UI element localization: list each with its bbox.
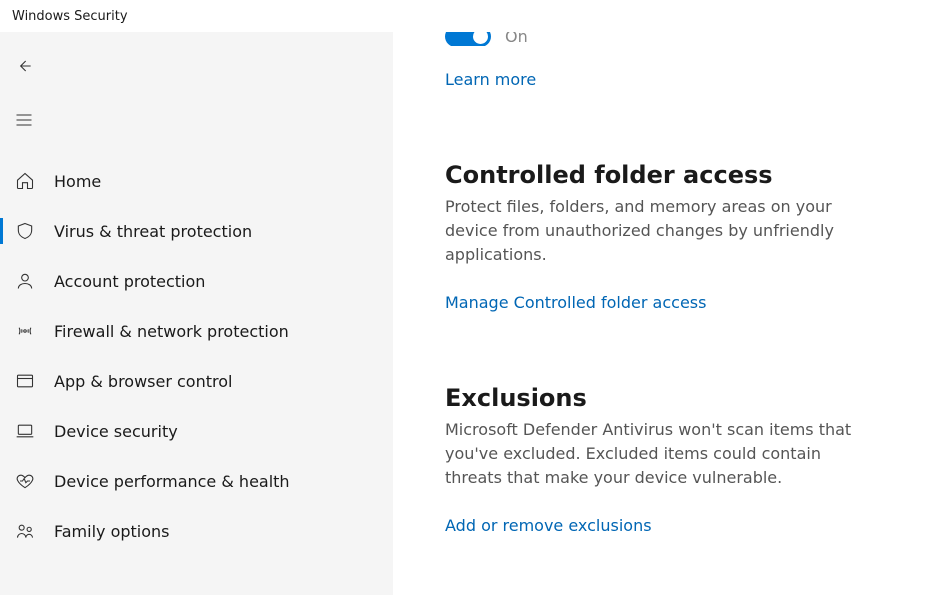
antenna-icon: [14, 320, 36, 342]
hamburger-icon: [14, 110, 34, 130]
main-content: On Learn more Controlled folder access P…: [393, 32, 942, 595]
section-controlled-folder: Controlled folder access Protect files, …: [445, 161, 865, 312]
sidebar-item-label: Account protection: [54, 272, 205, 291]
sidebar-item-home[interactable]: Home: [0, 156, 393, 206]
shield-icon: [14, 220, 36, 242]
manage-controlled-folder-link[interactable]: Manage Controlled folder access: [445, 293, 706, 312]
person-icon: [14, 270, 36, 292]
section-description: Protect files, folders, and memory areas…: [445, 195, 865, 267]
window-title: Windows Security: [12, 9, 128, 24]
family-icon: [14, 520, 36, 542]
sidebar-item-device-security[interactable]: Device security: [0, 406, 393, 456]
title-bar: Windows Security: [0, 0, 942, 32]
toggle-row: On: [445, 32, 942, 46]
sidebar-item-account[interactable]: Account protection: [0, 256, 393, 306]
add-remove-exclusions-link[interactable]: Add or remove exclusions: [445, 516, 652, 535]
back-button[interactable]: [2, 46, 46, 86]
toggle-switch[interactable]: [445, 32, 491, 46]
nav-list: Home Virus & threat protection Account p…: [0, 156, 393, 556]
sidebar-item-label: Device security: [54, 422, 178, 441]
menu-button[interactable]: [2, 100, 46, 140]
app-body: Home Virus & threat protection Account p…: [0, 32, 942, 595]
sidebar-item-label: Home: [54, 172, 101, 191]
sidebar-item-label: Virus & threat protection: [54, 222, 252, 241]
sidebar-item-label: Family options: [54, 522, 170, 541]
heart-icon: [14, 470, 36, 492]
laptop-icon: [14, 420, 36, 442]
sidebar-item-label: App & browser control: [54, 372, 232, 391]
toggle-state-label: On: [505, 32, 528, 46]
sidebar: Home Virus & threat protection Account p…: [0, 32, 393, 595]
section-heading: Controlled folder access: [445, 161, 865, 189]
home-icon: [14, 170, 36, 192]
section-heading: Exclusions: [445, 384, 865, 412]
back-arrow-icon: [14, 56, 34, 76]
sidebar-item-firewall[interactable]: Firewall & network protection: [0, 306, 393, 356]
sidebar-item-app-browser[interactable]: App & browser control: [0, 356, 393, 406]
sidebar-item-label: Device performance & health: [54, 472, 290, 491]
section-description: Microsoft Defender Antivirus won't scan …: [445, 418, 865, 490]
sidebar-item-label: Firewall & network protection: [54, 322, 289, 341]
browser-icon: [14, 370, 36, 392]
section-exclusions: Exclusions Microsoft Defender Antivirus …: [445, 384, 865, 535]
learn-more-link[interactable]: Learn more: [445, 70, 536, 89]
sidebar-item-family[interactable]: Family options: [0, 506, 393, 556]
sidebar-item-performance[interactable]: Device performance & health: [0, 456, 393, 506]
sidebar-item-virus-threat[interactable]: Virus & threat protection: [0, 206, 393, 256]
